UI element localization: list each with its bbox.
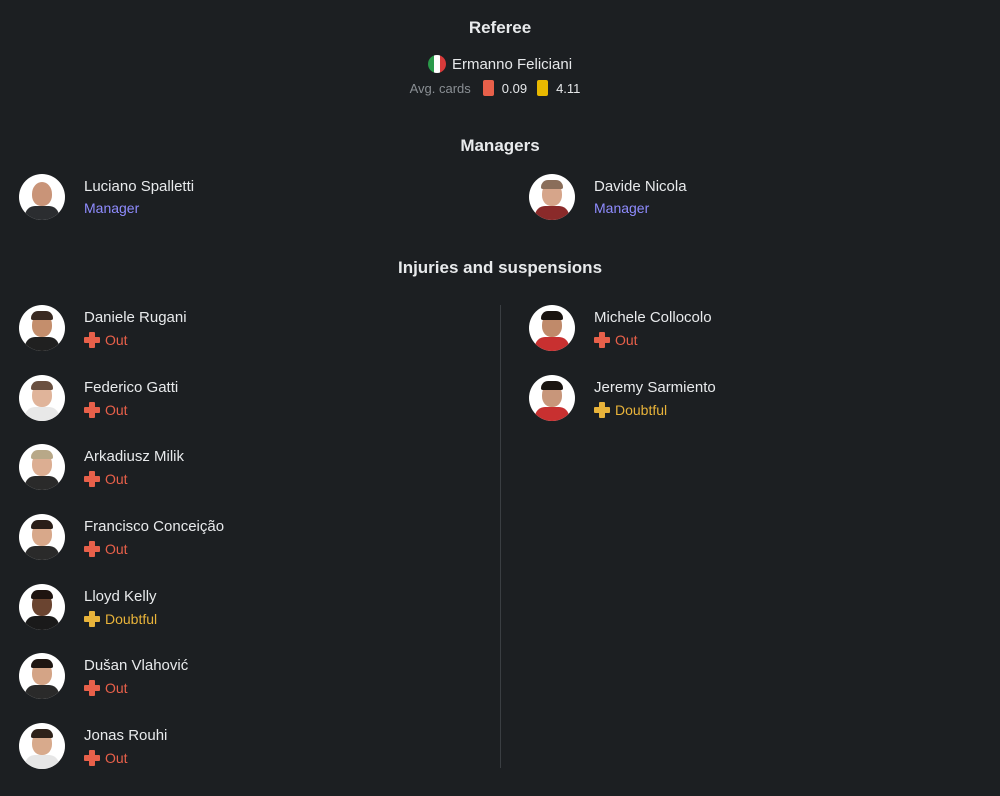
- avatar: [19, 584, 65, 630]
- status-label: Out: [105, 401, 128, 418]
- injury-row[interactable]: Jonas Rouhi Out: [19, 723, 167, 769]
- status-out: Out: [84, 401, 178, 419]
- yellow-card-avg: 4.11: [556, 80, 581, 96]
- status-out: Out: [84, 749, 167, 767]
- player-name: Dušan Vlahović: [84, 656, 189, 674]
- status-out: Out: [84, 470, 184, 488]
- injury-plus-icon: [84, 749, 100, 766]
- injury-plus-icon: [84, 331, 100, 348]
- injury-plus-icon: [84, 540, 100, 557]
- injury-row[interactable]: Federico Gatti Out: [19, 375, 178, 421]
- manager-away[interactable]: Davide Nicola Manager: [529, 174, 687, 220]
- injury-row[interactable]: Michele Collocolo Out: [529, 305, 712, 351]
- avatar: [529, 375, 575, 421]
- column-divider: [500, 305, 501, 768]
- status-label: Doubtful: [615, 401, 668, 418]
- managers-title: Managers: [460, 136, 540, 155]
- manager-role: Manager: [594, 200, 650, 216]
- injuries-title: Injuries and suspensions: [397, 258, 603, 277]
- status-label: Out: [615, 331, 638, 348]
- injury-row[interactable]: Lloyd Kelly Doubtful: [19, 584, 157, 630]
- status-label: Doubtful: [105, 610, 158, 627]
- avatar: [19, 723, 65, 769]
- injury-row[interactable]: Arkadiusz Milik Out: [19, 444, 184, 490]
- injury-plus-icon: [84, 401, 100, 418]
- status-label: Out: [105, 540, 128, 557]
- status-label: Out: [105, 470, 128, 487]
- manager-role: Manager: [84, 200, 140, 216]
- status-out: Out: [84, 540, 224, 558]
- injury-plus-icon: [84, 470, 100, 487]
- referee-name[interactable]: Ermanno Feliciani: [452, 56, 572, 73]
- injury-plus-icon: [84, 679, 100, 696]
- red-card-avg: 0.09: [501, 80, 528, 96]
- status-doubtful: Doubtful: [594, 401, 716, 419]
- injury-row[interactable]: Daniele Rugani Out: [19, 305, 187, 351]
- player-name: Daniele Rugani: [84, 308, 187, 326]
- player-name: Francisco Conceição: [84, 517, 225, 535]
- injury-plus-icon: [594, 401, 610, 418]
- avg-cards-label: Avg. cards: [409, 80, 471, 96]
- red-card-icon: [482, 80, 494, 96]
- injury-row[interactable]: Dušan Vlahović Out: [19, 653, 188, 699]
- manager-home[interactable]: Luciano Spalletti Manager: [19, 174, 194, 220]
- match-info-panel: Referee Ermanno Feliciani Avg. cards 0.0…: [0, 0, 1000, 796]
- injury-plus-icon: [84, 610, 100, 627]
- injury-row[interactable]: Jeremy Sarmiento Doubtful: [529, 375, 716, 421]
- manager-name: Davide Nicola: [594, 178, 687, 195]
- player-name: Michele Collocolo: [594, 308, 712, 326]
- injury-row[interactable]: Francisco Conceição Out: [19, 514, 224, 560]
- status-label: Out: [105, 749, 128, 766]
- player-name: Lloyd Kelly: [84, 587, 157, 605]
- italy-flag-icon: [427, 55, 446, 73]
- avatar: [19, 653, 65, 699]
- avatar: [19, 174, 65, 220]
- player-name: Jonas Rouhi: [84, 726, 168, 744]
- player-name: Arkadiusz Milik: [84, 447, 185, 465]
- manager-name: Luciano Spalletti: [84, 178, 195, 195]
- status-label: Out: [105, 679, 128, 696]
- referee-row: Ermanno Feliciani: [0, 55, 1000, 73]
- status-doubtful: Doubtful: [84, 610, 157, 628]
- avatar: [19, 514, 65, 560]
- player-name: Federico Gatti: [84, 378, 179, 396]
- status-out: Out: [84, 679, 188, 697]
- status-out: Out: [84, 331, 187, 349]
- avatar: [19, 375, 65, 421]
- injury-plus-icon: [594, 331, 610, 348]
- avatar: [529, 174, 575, 220]
- referee-title: Referee: [468, 18, 532, 37]
- referee-avg-cards: Avg. cards 0.09 4.11: [0, 80, 1000, 96]
- player-name: Jeremy Sarmiento: [594, 378, 716, 396]
- avatar: [19, 444, 65, 490]
- avatar: [19, 305, 65, 351]
- yellow-card-icon: [537, 80, 549, 96]
- status-label: Out: [105, 331, 128, 348]
- avatar: [529, 305, 575, 351]
- status-out: Out: [594, 331, 712, 349]
